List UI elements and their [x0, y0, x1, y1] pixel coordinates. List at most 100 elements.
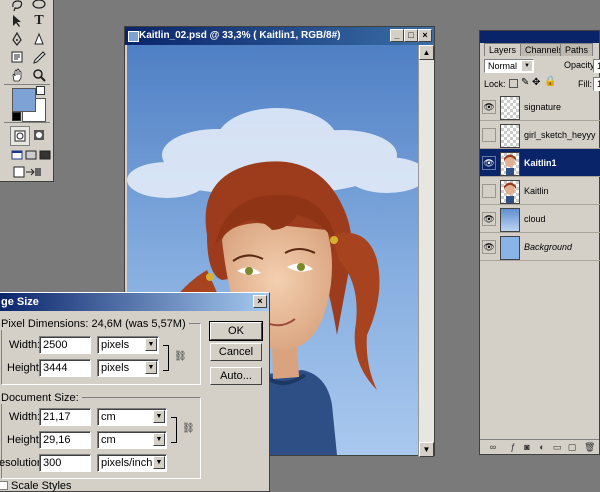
adjustment-layer-icon[interactable]: ◐: [537, 442, 547, 452]
width-input[interactable]: 2500: [39, 336, 91, 354]
screen-mode-full-icon[interactable]: [36, 146, 54, 164]
notes-icon[interactable]: [8, 48, 26, 66]
vertical-scrollbar[interactable]: ▲ ▼: [418, 45, 434, 457]
doc-width-input[interactable]: 21,17: [39, 408, 91, 426]
scale-styles-checkbox[interactable]: [0, 481, 8, 490]
lock-label: Lock:: [484, 79, 506, 89]
image-size-dialog: ge Size × Pixel Dimensions: 24,6M (was 5…: [0, 292, 270, 492]
doc-width-label: Width:: [9, 411, 41, 423]
layers-panel: Layers Channels Paths Normal ▼ Opacity: …: [479, 30, 600, 455]
type-icon[interactable]: T: [30, 12, 48, 30]
layer-row[interactable]: 👁 signature: [480, 93, 600, 121]
layer-list: 👁 signature girl_sketch_heyyy 👁 Kaitlin1 Kait…: [480, 93, 600, 293]
doc-height-label: Height:: [7, 434, 42, 446]
lock-transparency-icon[interactable]: [509, 79, 518, 88]
quick-mask-icon[interactable]: [30, 126, 48, 144]
layer-thumbnail: [500, 236, 520, 260]
layer-row[interactable]: Kaitlin: [480, 177, 600, 205]
lock-all-icon[interactable]: 🔒: [544, 76, 556, 87]
shape-icon[interactable]: [30, 30, 48, 48]
doc-width-unit-select[interactable]: cm ▼: [97, 408, 167, 426]
layer-style-icon[interactable]: ƒ: [508, 442, 518, 452]
foreground-color-swatch[interactable]: [12, 88, 36, 112]
dialog-close-button[interactable]: ×: [253, 295, 267, 308]
document-title: Kaitlin_02.psd @ 33,3% ( Kaitlin1, RGB/8…: [139, 30, 341, 41]
scroll-up-icon[interactable]: ▲: [419, 45, 434, 60]
height-input[interactable]: 3444: [39, 359, 91, 377]
layer-name: cloud: [524, 214, 546, 224]
tab-paths[interactable]: Paths: [560, 43, 594, 56]
delete-layer-icon[interactable]: 🗑: [584, 442, 595, 452]
layer-row[interactable]: girl_sketch_heyyy: [480, 121, 600, 149]
zoom-icon[interactable]: [30, 66, 48, 84]
layer-row[interactable]: 👁 Kaitlin1: [480, 149, 600, 177]
lock-paint-icon[interactable]: ✎: [521, 77, 529, 88]
pixel-link-bracket: [163, 345, 169, 371]
width-unit-select[interactable]: pixels ▼: [97, 336, 159, 354]
close-button[interactable]: ×: [418, 29, 432, 42]
new-layer-icon[interactable]: ▢: [567, 442, 577, 452]
eye-icon[interactable]: 👁: [482, 100, 496, 114]
toolbox: T: [0, 0, 54, 182]
chevron-down-icon: ▼: [145, 361, 157, 374]
standard-mode-icon[interactable]: [10, 126, 30, 146]
fill-label: Fill:: [578, 79, 592, 89]
chevron-down-icon: ▼: [145, 338, 157, 351]
dialog-titlebar[interactable]: ge Size ×: [0, 293, 269, 311]
layer-name: Background: [524, 242, 573, 252]
jump-to-imageready-icon[interactable]: [10, 163, 44, 181]
document-size-label: Document Size:: [1, 392, 82, 404]
default-colors-icon[interactable]: [12, 112, 21, 121]
eye-icon[interactable]: 👁: [482, 156, 496, 170]
opacity-input[interactable]: 1: [593, 59, 600, 73]
eye-icon[interactable]: 👁: [482, 212, 496, 226]
link-layers-icon[interactable]: ∞: [488, 442, 498, 452]
resolution-input[interactable]: 300: [39, 454, 91, 472]
cancel-button[interactable]: Cancel: [210, 343, 262, 361]
panel-titlebar[interactable]: [480, 31, 599, 43]
layer-row[interactable]: 👁 Background: [480, 233, 600, 261]
scale-styles-label: Scale Styles: [11, 480, 72, 492]
height-label: Height:: [7, 362, 42, 374]
layers-toolbar: ∞ ƒ ◙ ◐ ▭ ▢ 🗑: [480, 439, 599, 454]
blend-mode-select[interactable]: Normal ▼: [484, 59, 534, 73]
chevron-down-icon: ▼: [153, 456, 165, 469]
doc-height-input[interactable]: 29,16: [39, 431, 91, 449]
layer-name: Kaitlin: [524, 186, 549, 196]
hand-icon[interactable]: [8, 66, 26, 84]
document-link-bracket: [171, 417, 177, 443]
layer-name: signature: [524, 102, 562, 112]
scroll-down-icon[interactable]: ▼: [419, 442, 434, 457]
document-titlebar[interactable]: Kaitlin_02.psd @ 33,3% ( Kaitlin1, RGB/8…: [125, 27, 434, 45]
maximize-button[interactable]: □: [404, 29, 418, 42]
swap-colors-icon[interactable]: [36, 86, 45, 95]
pixel-dimensions-label: Pixel Dimensions: 24,6M (was 5,57M): [1, 318, 189, 330]
chevron-down-icon: ▼: [153, 410, 165, 423]
layer-name: Kaitlin1: [524, 158, 557, 168]
document-icon: [128, 31, 139, 42]
doc-height-unit-select[interactable]: cm ▼: [97, 431, 167, 449]
tab-layers[interactable]: Layers: [484, 43, 522, 56]
eyedropper-icon[interactable]: [30, 48, 48, 66]
pen-icon[interactable]: [8, 30, 26, 48]
minimize-button[interactable]: _: [390, 29, 404, 42]
chain-link-icon: ⛓: [174, 351, 187, 362]
layer-thumbnail: [500, 208, 520, 232]
pixel-dimensions-value: 24,6M (was 5,57M): [91, 318, 186, 330]
new-group-icon[interactable]: ▭: [552, 442, 562, 452]
height-unit-select[interactable]: pixels ▼: [97, 359, 159, 377]
visibility-toggle[interactable]: [482, 128, 496, 142]
eye-icon[interactable]: 👁: [482, 240, 496, 254]
auto-button[interactable]: Auto...: [210, 367, 262, 385]
layer-thumbnail: [500, 124, 520, 148]
lock-move-icon[interactable]: ✥: [532, 77, 540, 88]
layer-thumbnail: [500, 96, 520, 120]
layer-mask-icon[interactable]: ◙: [522, 442, 532, 452]
chevron-down-icon: ▼: [522, 61, 532, 71]
resolution-unit-select[interactable]: pixels/inch ▼: [97, 454, 167, 472]
fill-input[interactable]: 1: [593, 77, 600, 91]
ok-button[interactable]: OK: [209, 321, 263, 341]
visibility-toggle[interactable]: [482, 184, 496, 198]
layer-row[interactable]: 👁 cloud: [480, 205, 600, 233]
move-icon[interactable]: [8, 12, 26, 30]
